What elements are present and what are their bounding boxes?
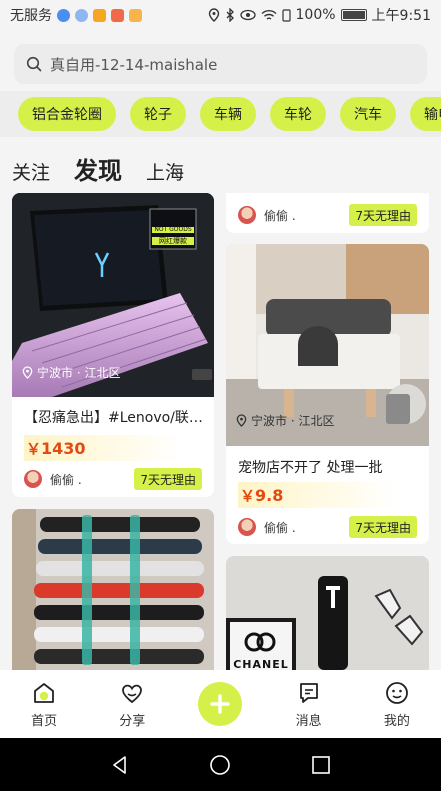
nav-messages[interactable]: 消息 <box>279 680 339 729</box>
location-tag: 宁波市 · 江北区 <box>236 412 334 429</box>
sticker-line-1: NOT GOODS <box>154 226 192 233</box>
location-icon <box>208 8 219 22</box>
feed-tabs: 关注 发现 上海 <box>12 146 184 186</box>
location-pin-icon <box>236 414 247 427</box>
chip-vehicles[interactable]: 车辆 <box>200 97 256 131</box>
search-input[interactable]: 真自用-12-14-maishale <box>14 44 427 84</box>
seller-name: 偷偷 . <box>264 520 296 535</box>
heart-icon <box>119 680 145 706</box>
location-text: 宁波市 · 江北区 <box>37 366 121 380</box>
price-symbol: ￥ <box>240 486 256 505</box>
product-image-snowboards[interactable] <box>12 509 214 670</box>
message-icon <box>296 680 322 706</box>
category-chips: 铝合金轮圈 轮子 车辆 车轮 汽车 输电 <box>0 91 441 137</box>
app-notification-icon <box>111 8 124 22</box>
product-card-top-right[interactable]: 偷偷 . 7天无理由 <box>226 193 429 233</box>
product-price: ￥ 9.8 <box>238 482 398 508</box>
nav-label: 我的 <box>383 713 410 729</box>
chanel-mat-text: CHANEL <box>233 658 289 670</box>
wifi-icon <box>261 9 277 20</box>
nav-label: 消息 <box>295 713 322 729</box>
search-icon <box>26 56 42 72</box>
app-notification-icon <box>75 8 88 22</box>
seller-info[interactable]: 偷偷 . <box>238 518 296 536</box>
chip-wheels[interactable]: 轮子 <box>130 97 186 131</box>
nav-home[interactable]: 首页 <box>14 680 74 729</box>
clock: 上午9:51 <box>371 8 431 24</box>
product-card-laptop[interactable]: NOT GOODS 网红爆款 宁波市 · 江北区 【忍痛急出】#Lenovo/联… <box>12 193 214 497</box>
recents-icon[interactable] <box>311 755 331 775</box>
chip-tires[interactable]: 车轮 <box>270 97 326 131</box>
chip-alloy-wheel[interactable]: 铝合金轮圈 <box>18 97 116 131</box>
price-symbol: ￥ <box>26 439 42 458</box>
app-notification-icon <box>57 8 70 22</box>
app-notification-icon <box>129 8 142 22</box>
add-icon <box>198 682 243 726</box>
avatar <box>24 470 42 488</box>
bluetooth-icon <box>226 8 234 22</box>
seller-info[interactable]: 偷偷 . <box>238 206 296 224</box>
tab-shanghai[interactable]: 上海 <box>146 160 184 186</box>
seller-name: 偷偷 . <box>264 208 296 223</box>
carrier-text: 无服务 <box>10 8 52 24</box>
nav-share[interactable]: 分享 <box>102 680 162 729</box>
return-policy-badge: 7天无理由 <box>349 204 417 226</box>
location-pin-icon <box>22 366 33 379</box>
battery-icon <box>340 9 367 21</box>
profile-icon <box>384 680 410 706</box>
price-value: 1430 <box>41 438 86 458</box>
nav-profile[interactable]: 我的 <box>367 680 427 729</box>
battery-percent: 100% <box>295 7 336 23</box>
app-notification-icon <box>93 8 106 22</box>
chip-cars[interactable]: 汽车 <box>340 97 396 131</box>
product-price: ￥ 1430 <box>24 435 184 461</box>
home-circle-icon[interactable] <box>209 754 231 776</box>
return-policy-badge: 7天无理由 <box>134 468 202 490</box>
location-text: 宁波市 · 江北区 <box>251 414 335 428</box>
status-bar: 无服务 100% 上午9:51 <box>0 0 441 30</box>
search-placeholder: 真自用-12-14-maishale <box>50 55 218 74</box>
product-image-chanel[interactable]: CHANEL <box>226 556 429 670</box>
tab-following[interactable]: 关注 <box>12 160 50 186</box>
return-policy-badge: 7天无理由 <box>349 516 417 538</box>
location-tag: 宁波市 · 江北区 <box>22 364 120 381</box>
chip-power[interactable]: 输电 <box>410 97 441 131</box>
bottom-nav: 首页 分享 消息 我的 <box>0 670 441 738</box>
product-card-chanel[interactable]: CHANEL <box>226 556 429 670</box>
avatar <box>238 518 256 536</box>
system-nav-bar <box>0 738 441 791</box>
eye-icon <box>239 9 256 21</box>
product-card-snowboards[interactable] <box>12 509 214 670</box>
product-card-pet-bed[interactable]: 宁波市 · 江北区 宠物店不开了 处理一批 ￥ 9.8 偷偷 . 7天无理由 <box>226 244 429 544</box>
sticker-line-2: 网红爆款 <box>159 237 187 245</box>
tab-discover[interactable]: 发现 <box>72 156 125 186</box>
seller-name: 偷偷 . <box>50 472 82 487</box>
home-icon <box>31 680 57 706</box>
nav-label: 分享 <box>119 713 146 729</box>
nav-add[interactable] <box>190 682 250 726</box>
seller-info[interactable]: 偷偷 . <box>24 470 82 488</box>
price-value: 9.8 <box>255 485 284 505</box>
product-title: 【忍痛急出】#Lenovo/联想拯救者 <box>24 410 206 426</box>
nav-label: 首页 <box>31 713 58 729</box>
avatar <box>238 206 256 224</box>
back-icon[interactable] <box>110 755 130 775</box>
sim-icon <box>281 8 291 22</box>
product-title: 宠物店不开了 处理一批 <box>238 460 383 476</box>
